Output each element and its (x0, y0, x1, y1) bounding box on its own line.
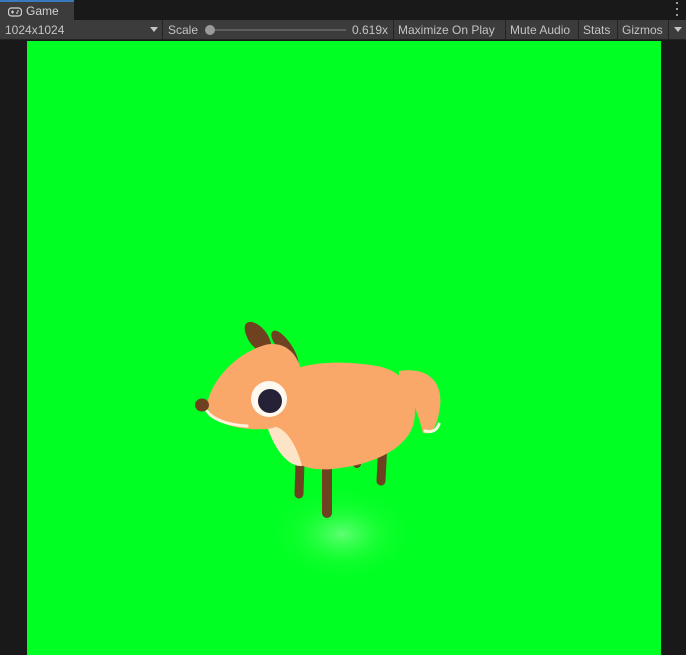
gamepad-icon (7, 6, 23, 17)
scale-slider-track[interactable] (210, 29, 346, 31)
resolution-value: 1024x1024 (5, 22, 65, 37)
gizmos-toggle[interactable]: Gizmos (622, 20, 663, 39)
scale-label: Scale (168, 22, 199, 37)
head (207, 344, 303, 430)
chevron-down-icon (674, 27, 682, 32)
scale-slider-handle[interactable] (205, 25, 215, 35)
scale-value: 0.619x (352, 22, 389, 37)
deer-character (195, 321, 441, 586)
mute-audio-toggle[interactable]: Mute Audio (510, 20, 570, 39)
chevron-down-icon (150, 27, 158, 32)
maximize-on-play-toggle[interactable]: Maximize On Play (398, 20, 495, 39)
gizmos-dropdown[interactable] (674, 20, 686, 39)
stats-toggle[interactable]: Stats (583, 20, 610, 39)
game-toolbar: 1024x1024 Scale 0.619x Maximize On Play … (0, 20, 686, 40)
ground-shadow (262, 482, 422, 586)
tab-bar: Game (0, 0, 686, 20)
game-viewport[interactable] (27, 41, 661, 655)
resolution-dropdown[interactable]: 1024x1024 (5, 20, 159, 39)
tab-game[interactable]: Game (0, 0, 74, 20)
tab-label: Game (26, 4, 59, 18)
nose (195, 398, 209, 412)
more-options-icon[interactable] (674, 2, 680, 16)
eye-pupil (258, 389, 282, 413)
